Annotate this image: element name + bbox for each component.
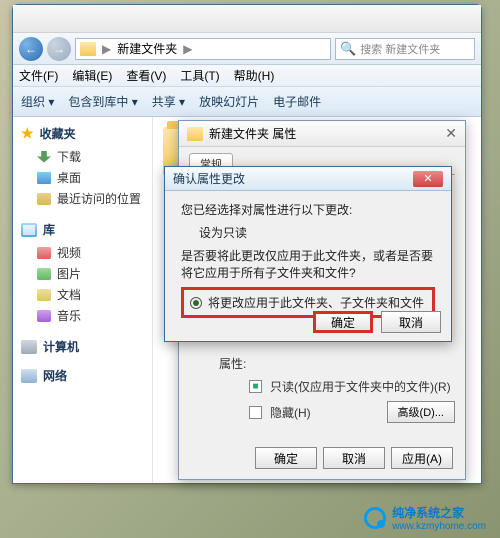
- radio-icon: [190, 297, 202, 309]
- watermark-url: www.kzmyhome.com: [392, 521, 486, 532]
- breadcrumb[interactable]: ▶ 新建文件夹 ▶: [75, 38, 331, 60]
- hidden-checkbox[interactable]: [249, 406, 262, 419]
- breadcrumb-item[interactable]: 新建文件夹: [117, 40, 177, 57]
- close-icon[interactable]: ✕: [445, 125, 457, 142]
- properties-title-text: 新建文件夹 属性: [209, 125, 296, 142]
- computer-icon: [21, 340, 37, 354]
- readonly-label: 只读(仅应用于文件夹中的文件)(R): [270, 378, 451, 395]
- option-apply-all-label: 将更改应用于此文件夹、子文件夹和文件: [208, 294, 424, 311]
- menu-tools[interactable]: 工具(T): [180, 67, 219, 84]
- picture-icon: [37, 268, 51, 280]
- folder-icon: [80, 42, 96, 56]
- share-button[interactable]: 共享 ▾: [152, 93, 185, 110]
- confirm-dialog: 确认属性更改 ✕ 您已经选择对属性进行以下更改: 设为只读 是否要将此更改仅应用…: [164, 166, 452, 342]
- library-icon: [21, 223, 37, 237]
- confirm-body: 您已经选择对属性进行以下更改: 设为只读 是否要将此更改仅应用于此文件夹，或者是…: [165, 191, 451, 328]
- confirm-line1: 您已经选择对属性进行以下更改:: [181, 201, 435, 218]
- apply-button[interactable]: 应用(A): [391, 447, 453, 469]
- star-icon: ★: [21, 125, 34, 142]
- confirm-footer: 确定 取消: [313, 311, 441, 333]
- advanced-button[interactable]: 高级(D)...: [387, 401, 455, 423]
- menu-help[interactable]: 帮助(H): [234, 67, 275, 84]
- readonly-checkbox[interactable]: ■: [249, 380, 262, 393]
- sidebar-item-recent[interactable]: 最近访问的位置: [17, 188, 148, 209]
- watermark-logo-icon: [364, 507, 386, 529]
- ok-button[interactable]: 确定: [313, 311, 373, 333]
- favorites-header[interactable]: ★收藏夹: [17, 125, 148, 142]
- window-titlebar[interactable]: [13, 5, 481, 33]
- recent-icon: [37, 193, 51, 205]
- hidden-label: 隐藏(H): [270, 404, 311, 421]
- cancel-button[interactable]: 取消: [323, 447, 385, 469]
- sidebar-item-videos[interactable]: 视频: [17, 242, 148, 263]
- sidebar-item-pictures[interactable]: 图片: [17, 263, 148, 284]
- back-button[interactable]: ←: [19, 37, 43, 61]
- menubar: 文件(F) 编辑(E) 查看(V) 工具(T) 帮助(H): [13, 65, 481, 87]
- search-input[interactable]: 🔍 搜索 新建文件夹: [335, 38, 475, 60]
- organize-button[interactable]: 组织 ▾: [21, 93, 54, 110]
- network-header[interactable]: 网络: [17, 367, 148, 384]
- folder-icon: [187, 127, 203, 141]
- sidebar-item-downloads[interactable]: 下载: [17, 146, 148, 167]
- close-button[interactable]: ✕: [413, 171, 443, 187]
- breadcrumb-separator: ▶: [183, 42, 192, 56]
- slideshow-button[interactable]: 放映幻灯片: [199, 93, 259, 110]
- nav-pane: ★收藏夹 下载 桌面 最近访问的位置 库 视频 图片 文档 音乐 计算机 网络: [13, 117, 153, 483]
- breadcrumb-separator: ▶: [102, 42, 111, 56]
- navigation-bar: ← → ▶ 新建文件夹 ▶ 🔍 搜索 新建文件夹: [13, 33, 481, 65]
- confirm-title-text: 确认属性更改: [173, 170, 245, 187]
- libraries-header[interactable]: 库: [17, 221, 148, 238]
- forward-button[interactable]: →: [47, 37, 71, 61]
- document-icon: [37, 289, 51, 301]
- watermark: 纯净系统之家 www.kzmyhome.com: [364, 504, 486, 532]
- attributes-label: 属性:: [219, 355, 246, 372]
- watermark-brand: 纯净系统之家: [392, 504, 486, 521]
- video-icon: [37, 247, 51, 259]
- menu-view[interactable]: 查看(V): [126, 67, 166, 84]
- attributes-row: 属性:: [189, 355, 455, 372]
- menu-edit[interactable]: 编辑(E): [72, 67, 112, 84]
- network-icon: [21, 369, 37, 383]
- command-bar: 组织 ▾ 包含到库中 ▾ 共享 ▾ 放映幻灯片 电子邮件: [13, 87, 481, 117]
- computer-header[interactable]: 计算机: [17, 338, 148, 355]
- sidebar-item-music[interactable]: 音乐: [17, 305, 148, 326]
- email-button[interactable]: 电子邮件: [273, 93, 321, 110]
- ok-button[interactable]: 确定: [255, 447, 317, 469]
- desktop-icon: [37, 172, 51, 184]
- menu-file[interactable]: 文件(F): [19, 67, 58, 84]
- music-icon: [37, 310, 51, 322]
- confirm-change: 设为只读: [181, 224, 435, 241]
- properties-footer: 确定 取消 应用(A): [255, 447, 453, 469]
- properties-titlebar[interactable]: 新建文件夹 属性 ✕: [179, 121, 465, 147]
- sidebar-item-desktop[interactable]: 桌面: [17, 167, 148, 188]
- search-icon: 🔍: [340, 41, 356, 57]
- sidebar-item-documents[interactable]: 文档: [17, 284, 148, 305]
- include-button[interactable]: 包含到库中 ▾: [68, 93, 137, 110]
- download-icon: [37, 151, 51, 163]
- confirm-line2: 是否要将此更改仅应用于此文件夹，或者是否要将它应用于所有子文件夹和文件?: [181, 247, 435, 281]
- search-placeholder: 搜索 新建文件夹: [360, 41, 440, 57]
- cancel-button[interactable]: 取消: [381, 311, 441, 333]
- confirm-titlebar[interactable]: 确认属性更改 ✕: [165, 167, 451, 191]
